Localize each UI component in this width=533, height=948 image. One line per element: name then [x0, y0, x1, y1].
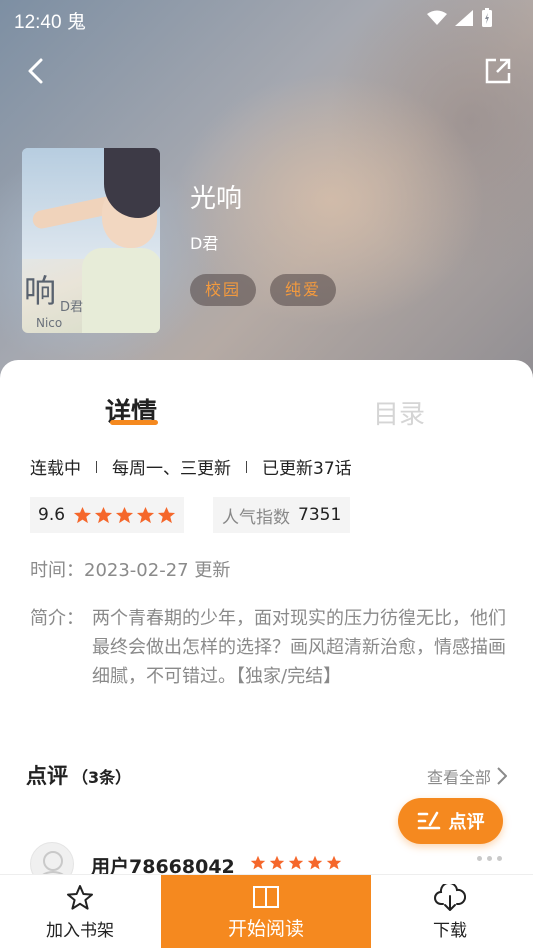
synopsis-text: 两个青春期的少年，面对现实的压力彷徨无比，他们最终会做出怎样的选择？画风超清新治… [92, 608, 506, 687]
star-icon [73, 506, 92, 523]
star-icon [115, 506, 134, 523]
popularity-box: 人气指数 7351 [213, 497, 351, 533]
add-to-shelf-label: 加入书架 [46, 920, 114, 941]
serial-status: 连载中 [30, 459, 81, 479]
serial-info: 连载中 每周一、三更新 已更新37话 [30, 454, 352, 479]
synopsis: 简介： 两个青春期的少年，面对现实的压力彷徨无比，他们最终会做出怎样的选择？画风… [30, 604, 510, 691]
star-icon [250, 855, 266, 870]
reviews-heading: 点评 （3条） [26, 760, 131, 790]
status-bar: 12:40 鬼 [0, 0, 533, 38]
download-button[interactable]: 下载 [400, 875, 500, 948]
update-schedule: 每周一、三更新 [112, 459, 231, 479]
popularity-value: 7351 [298, 505, 342, 525]
tag-item[interactable]: 纯爱 [270, 274, 337, 306]
download-label: 下载 [433, 920, 467, 941]
start-reading-label: 开始阅读 [227, 917, 304, 940]
write-review-button[interactable]: 点评 [398, 798, 503, 844]
tab-active-indicator [110, 420, 158, 425]
cover-author: D君 [60, 300, 84, 315]
episode-count: 已更新37话 [262, 459, 352, 479]
rating-box: 9.6 [30, 497, 185, 533]
add-to-shelf-button[interactable]: 加入书架 [30, 875, 130, 948]
status-time: 12:40 鬼 [14, 12, 86, 33]
reviews-title: 点评 [26, 764, 68, 788]
bottom-action-bar: 加入书架 开始阅读 下载 [0, 874, 533, 948]
book-open-icon [253, 885, 279, 908]
download-cloud-icon [434, 883, 466, 911]
cover-title: 响 [24, 272, 56, 310]
tab-bar: 详情 目录 [0, 384, 533, 434]
share-icon [485, 58, 511, 84]
bookshelf-star-icon [67, 884, 93, 910]
star-icon [326, 855, 342, 870]
star-icon [288, 855, 304, 870]
comment-edit-icon [417, 811, 440, 830]
popularity-label: 人气指数 [222, 507, 290, 528]
tag-item[interactable]: 校园 [190, 274, 257, 306]
view-all-reviews[interactable]: 查看全部 [427, 764, 507, 788]
review-stars [250, 855, 342, 871]
detail-card: 详情 目录 连载中 每周一、三更新 已更新37话 9.6 人气指数 7351 时… [0, 360, 533, 948]
update-time: 时间：2023-02-27 更新 [30, 560, 231, 581]
start-reading-button[interactable]: 开始阅读 [161, 875, 371, 948]
reviews-count: （3条） [72, 768, 132, 787]
star-icon [94, 506, 113, 523]
star-icon [136, 506, 155, 523]
star-icon [307, 855, 323, 870]
view-all-label: 查看全部 [426, 768, 491, 787]
chevron-right-icon [497, 767, 507, 785]
tag-list: 校园 纯爱 [190, 274, 337, 306]
battery-icon [482, 8, 492, 27]
more-icon[interactable] [477, 856, 502, 861]
rating-stars [73, 506, 176, 525]
cover-signature: Nico [36, 316, 63, 330]
book-cover: 响 D君 Nico [22, 148, 160, 333]
star-icon [269, 855, 285, 870]
share-button[interactable] [483, 56, 513, 86]
tab-catalog[interactable]: 目录 [373, 394, 425, 431]
wifi-icon [427, 10, 447, 25]
back-icon [28, 58, 43, 84]
book-author[interactable]: D君 [190, 230, 218, 254]
divider [246, 460, 247, 473]
divider [96, 460, 97, 473]
write-review-label: 点评 [448, 812, 485, 833]
status-icons [427, 8, 493, 28]
book-title: 光响 [190, 184, 243, 214]
signal-icon [455, 10, 473, 26]
star-icon [157, 506, 176, 523]
synopsis-label: 简介： [30, 608, 84, 629]
back-button[interactable] [22, 56, 52, 86]
rating-value: 9.6 [38, 505, 66, 525]
